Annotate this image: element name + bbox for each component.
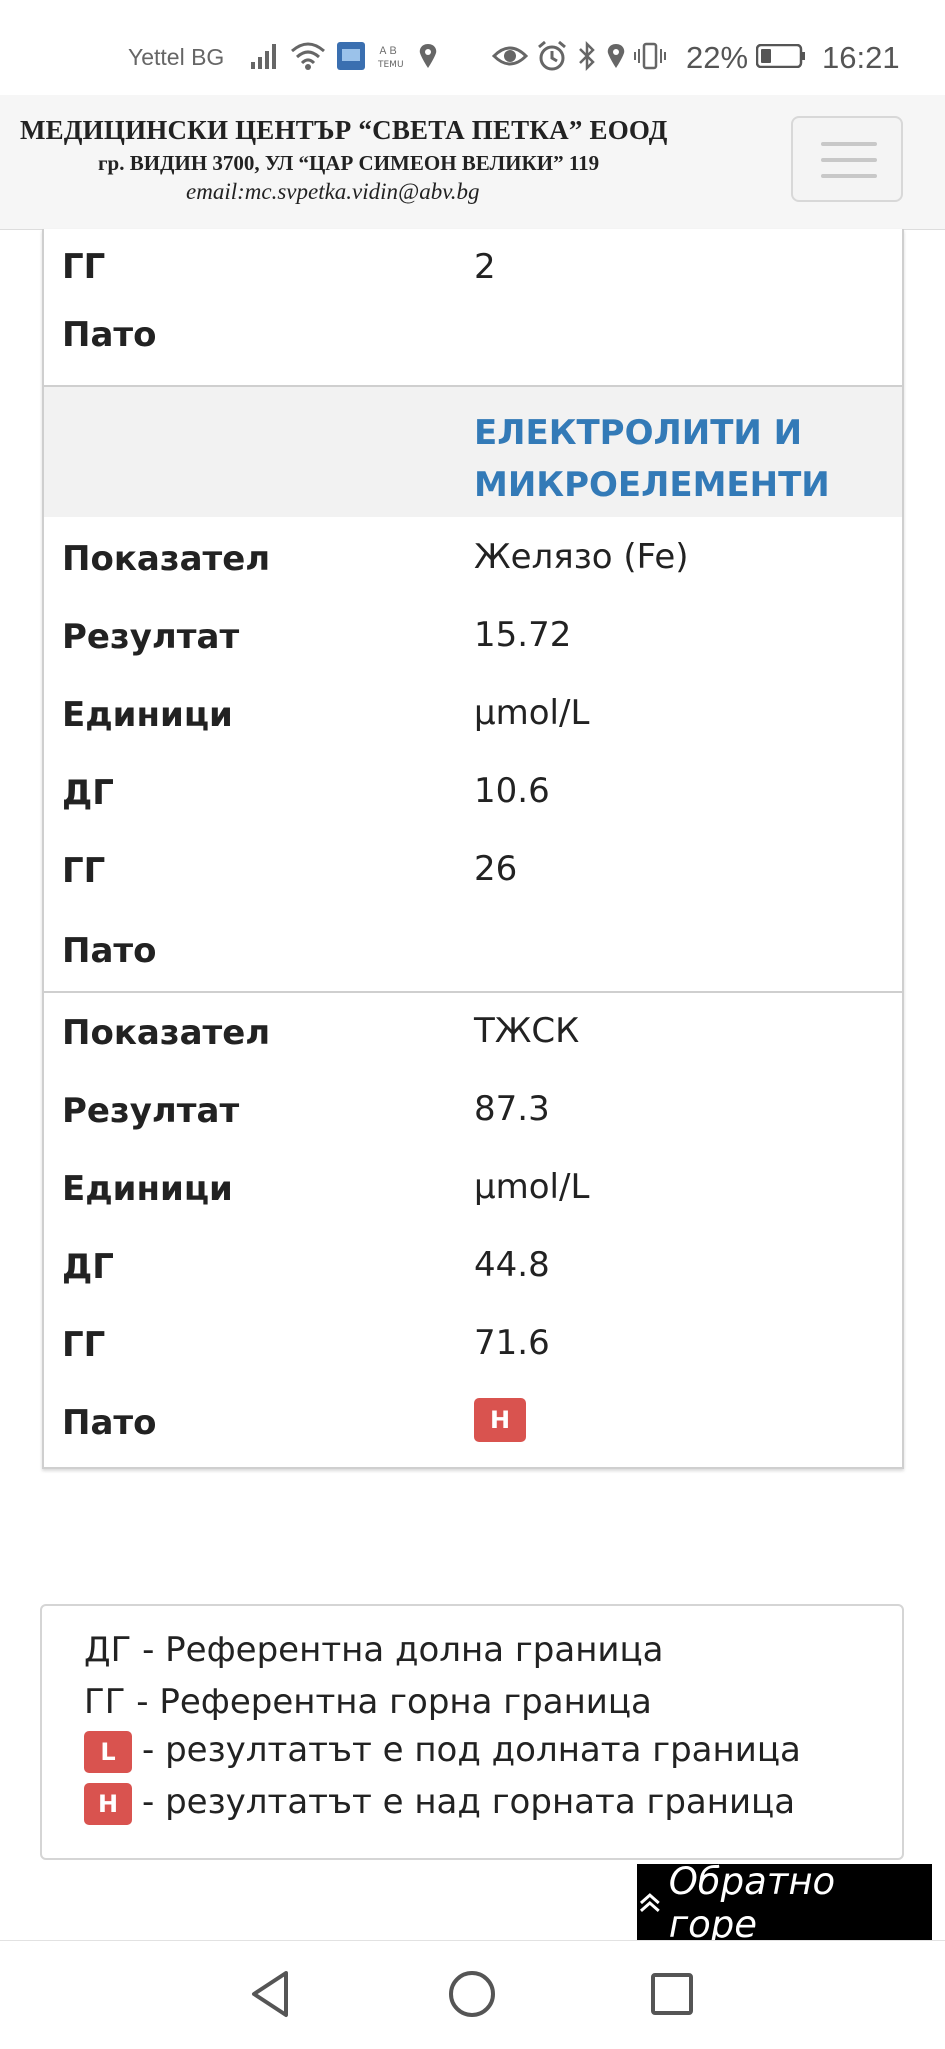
carrier-name: Yettel BG xyxy=(128,44,225,70)
row-label: Резултат xyxy=(62,1091,240,1131)
signal-icon xyxy=(251,44,276,69)
clock: 16:21 xyxy=(822,40,900,75)
row-value: 44.8 xyxy=(474,1245,550,1285)
section-header: ЕЛЕКТРОЛИТИ И МИКРОЕЛЕМЕНТИ xyxy=(44,387,902,517)
legend-box: ДГ - Референтна долна граница ГГ - Рефер… xyxy=(40,1604,904,1860)
row-label: Единици xyxy=(62,1169,233,1209)
row-label: ДГ xyxy=(62,773,114,813)
clinic-address: гр. ВИДИН 3700, УЛ “ЦАР СИМЕОН ВЕЛИКИ” 1… xyxy=(98,151,600,175)
vibrate-icon xyxy=(634,42,666,70)
row-label: ГГ xyxy=(62,851,106,891)
app-icon xyxy=(337,42,365,70)
legend-low: L- резултатът е под долната граница xyxy=(84,1730,801,1773)
table-row: Пато H xyxy=(44,1389,902,1449)
menu-toggle-button[interactable] xyxy=(791,116,903,202)
svg-text:ＡＢ: ＡＢ xyxy=(378,46,398,57)
back-to-top-label: Обратно горе xyxy=(668,1860,836,1946)
row-label: ГГ xyxy=(62,247,106,287)
battery-percent: 22% xyxy=(686,40,749,75)
wifi-icon xyxy=(291,42,325,70)
table-row: Единици µmol/L xyxy=(44,681,902,741)
table-row: Резултат 87.3 xyxy=(44,1077,902,1137)
table-row: Резултат 15.72 xyxy=(44,603,902,663)
row-value: 10.6 xyxy=(474,771,550,811)
temu-icon: ＡＢ TEMU xyxy=(377,46,404,70)
row-label: Показател xyxy=(62,539,271,579)
clinic-email: email:mc.svpetka.vidin@abv.bg xyxy=(186,179,480,204)
row-value: H xyxy=(474,1397,526,1442)
system-nav-bar xyxy=(0,1940,945,2049)
high-flag-badge: H xyxy=(84,1782,132,1825)
row-label: Единици xyxy=(62,695,233,735)
table-row: Показател Желязо (Fe) xyxy=(44,525,902,585)
svg-text:TEMU: TEMU xyxy=(377,60,404,70)
location-icon xyxy=(419,44,437,68)
alarm-icon xyxy=(538,40,566,71)
eye-icon xyxy=(492,46,528,66)
results-table: ГГ 2 Пато ЕЛЕКТРОЛИТИ И МИКРОЕЛЕМЕНТИ По… xyxy=(42,229,904,1469)
status-icons-right xyxy=(492,40,666,72)
row-label: ГГ xyxy=(62,1325,106,1365)
high-flag-badge: H xyxy=(474,1398,526,1442)
row-label: Пато xyxy=(62,1403,157,1443)
row-value: Желязо (Fe) xyxy=(474,537,689,577)
battery-icon xyxy=(756,44,805,68)
table-row: Пато xyxy=(44,917,902,977)
back-to-top-button[interactable]: Обратно горе xyxy=(637,1860,932,1946)
low-flag-badge: L xyxy=(84,1730,132,1773)
row-value: ТЖСК xyxy=(474,1011,580,1051)
row-value: 2 xyxy=(474,247,496,287)
row-value: µmol/L xyxy=(474,1167,590,1207)
row-value: 26 xyxy=(474,849,518,889)
legend-high-text: - резултатът е над горната граница xyxy=(142,1782,796,1822)
table-row: ДГ 10.6 xyxy=(44,759,902,819)
status-icons-left: ＡＢ TEMU xyxy=(250,40,438,72)
table-row: ГГ 26 xyxy=(44,837,902,897)
row-label: ДГ xyxy=(62,1247,114,1287)
table-row: ГГ 71.6 xyxy=(44,1311,902,1371)
clinic-name: МЕДИЦИНСКИ ЦЕНТЪР “СВЕТА ПЕТКА” ЕООД xyxy=(20,115,668,145)
home-icon[interactable] xyxy=(441,1963,503,2025)
table-row: Единици µmol/L xyxy=(44,1155,902,1215)
hamburger-icon-bar xyxy=(821,158,877,162)
legend-dg: ДГ - Референтна долна граница xyxy=(84,1630,664,1670)
row-value: µmol/L xyxy=(474,693,590,733)
legend-high: H- резултатът е над горната граница xyxy=(84,1782,795,1825)
table-row: ДГ 44.8 xyxy=(44,1233,902,1293)
location-icon xyxy=(607,44,625,68)
hamburger-icon-bar xyxy=(821,174,877,178)
row-label: Показател xyxy=(62,1013,271,1053)
double-chevron-up-icon xyxy=(639,1893,660,1913)
hamburger-icon xyxy=(821,142,877,146)
row-divider xyxy=(44,991,902,993)
bluetooth-icon xyxy=(579,40,595,72)
recents-icon[interactable] xyxy=(641,1963,703,2025)
table-row: Показател ТЖСК xyxy=(44,999,902,1059)
status-bar: Yettel BG ＡＢ TEMU 22% 16:21 xyxy=(0,0,945,95)
row-value: 87.3 xyxy=(474,1089,550,1129)
legend-low-text: - резултатът е под долната граница xyxy=(142,1730,801,1770)
table-row: Пато xyxy=(44,305,902,365)
table-row: ГГ 2 xyxy=(44,237,902,297)
row-label: Резултат xyxy=(62,617,240,657)
section-title: ЕЛЕКТРОЛИТИ И МИКРОЕЛЕМЕНТИ xyxy=(474,413,830,505)
legend-gg: ГГ - Референтна горна граница xyxy=(84,1682,652,1722)
row-label: Пато xyxy=(62,931,157,971)
row-label: Пато xyxy=(62,315,157,355)
back-icon[interactable] xyxy=(240,1963,302,2025)
row-value: 15.72 xyxy=(474,615,572,655)
row-value: 71.6 xyxy=(474,1323,550,1363)
